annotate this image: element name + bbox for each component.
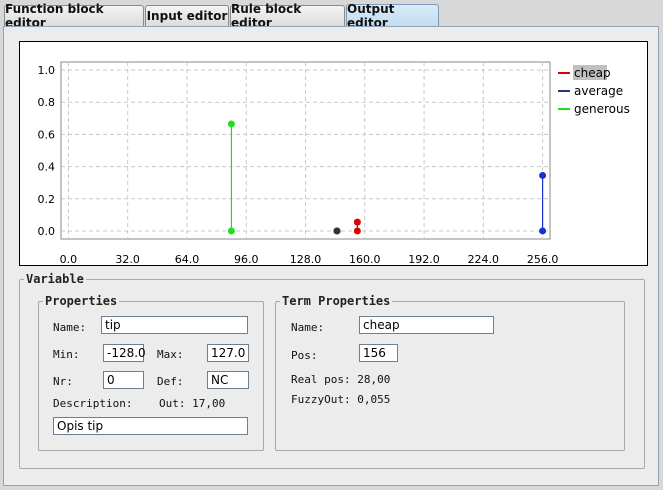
nr-label: Nr: [53,375,73,388]
tab-bar: Function block editor Input editor Rule … [0,0,663,30]
out-value: Out: 17,00 [159,397,226,410]
term-properties-legend: Term Properties [282,294,391,308]
x-tick-label: 64.0 [175,253,200,265]
x-tick-label: 192.0 [408,253,440,265]
data-point-generous [227,227,235,235]
data-point-extra [333,227,341,235]
tab-output-editor[interactable]: Output editor [346,2,439,30]
data-point-generous [227,120,235,128]
y-tick-label: 0.4 [38,161,56,174]
y-tick-label: 0.0 [38,225,56,238]
variable-name-input[interactable]: tip [101,316,248,334]
data-point-unnamed [539,171,547,179]
nr-input[interactable]: 0 [103,371,144,389]
min-label: Min: [53,348,80,361]
fuzzy-out-value: FuzzyOut: 0,055 [291,393,391,406]
chart-svg: 0.0 32.0 64.0 96.0 128.0 160.0 192.0 224.0 256.0… [38,61,630,265]
x-tick-label: 128.0 [290,253,322,265]
term-name-label: Name: [291,321,325,334]
legend-label-cheap: cheap [574,66,611,80]
y-tick-label: 0.6 [38,128,56,141]
x-tick-label: 160.0 [349,253,381,265]
data-point-cheap [353,218,361,226]
y-tick-label: 0.8 [38,96,56,109]
real-pos-value: Real pos: 28,00 [291,373,391,386]
description-label: Description: [53,397,133,410]
description-input[interactable]: Opis tip [53,417,248,435]
pos-label: Pos: [291,349,318,362]
min-input[interactable]: -128.0 [103,344,146,362]
pos-input[interactable]: 156 [359,344,398,362]
max-label: Max: [157,348,184,361]
data-point-cheap [353,227,361,235]
tab-rule-block-editor[interactable]: Rule block editor [230,2,345,30]
term-name-input[interactable]: cheap [359,316,494,334]
variable-legend: Variable [26,272,84,286]
x-tick-label: 32.0 [115,253,140,265]
x-tick-label: 0.0 [60,253,78,265]
properties-legend: Properties [45,294,118,308]
tab-input-editor[interactable]: Input editor [145,5,229,26]
data-point-unnamed [539,227,547,235]
x-tick-label: 224.0 [468,253,500,265]
max-input[interactable]: 127.0 [207,344,249,362]
name-label: Name: [53,321,87,334]
tab-function-block-editor[interactable]: Function block editor [4,2,144,30]
legend-label-generous: generous [574,102,630,116]
y-tick-label: 0.2 [38,193,56,206]
membership-chart: 0.0 32.0 64.0 96.0 128.0 160.0 192.0 224.0 256.0… [19,41,648,266]
def-label: Def: [157,375,184,388]
x-tick-label: 256.0 [527,253,559,265]
def-input[interactable]: NC [207,371,249,389]
x-tick-label: 96.0 [234,253,259,265]
y-tick-label: 1.0 [38,64,56,77]
legend-label-average: average [574,84,623,98]
output-editor-panel: 0.0 32.0 64.0 96.0 128.0 160.0 192.0 224.0 256.0… [3,26,659,486]
